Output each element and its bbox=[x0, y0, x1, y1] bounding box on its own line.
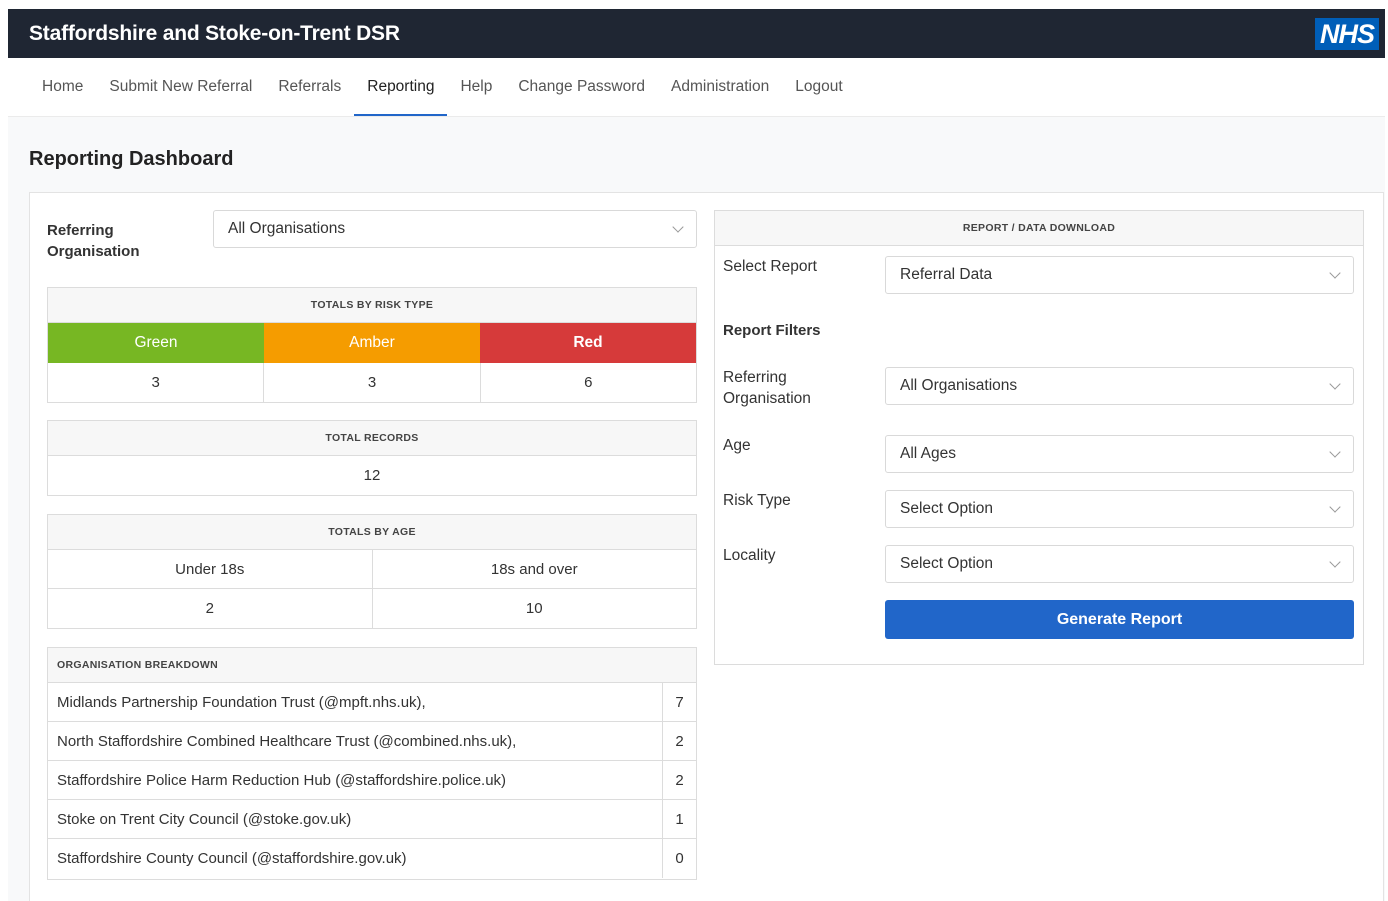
table-row: Staffordshire County Council (@staffords… bbox=[48, 839, 696, 878]
org-name: Stoke on Trent City Council (@stoke.gov.… bbox=[48, 800, 663, 838]
age-header-row: Under 18s 18s and over bbox=[48, 550, 696, 589]
risk-type-label: Risk Type bbox=[723, 492, 791, 509]
referring-organisation-select[interactable]: All Organisations bbox=[213, 210, 697, 248]
report-org-label: Referring Organisation bbox=[723, 369, 811, 407]
nhs-logo: NHS bbox=[1314, 17, 1379, 50]
total-records-panel: TOTAL RECORDS 12 bbox=[47, 420, 697, 496]
chevron-down-icon bbox=[1329, 500, 1341, 513]
risk-green-header: Green bbox=[48, 323, 264, 363]
generate-report-button[interactable]: Generate Report bbox=[885, 600, 1354, 639]
age-value: All Ages bbox=[900, 445, 957, 462]
age-18-and-over-value: 10 bbox=[525, 600, 543, 617]
chevron-down-icon bbox=[1329, 555, 1341, 568]
page-title: Reporting Dashboard bbox=[29, 148, 234, 170]
table-row: Staffordshire Police Harm Reduction Hub … bbox=[48, 761, 696, 800]
table-row: Midlands Partnership Foundation Trust (@… bbox=[48, 683, 696, 722]
risk-red-header: Red bbox=[480, 323, 696, 363]
total-records-row: 12 bbox=[48, 456, 696, 495]
org-count: 7 bbox=[675, 693, 684, 711]
totals-by-age-title: TOTALS BY AGE bbox=[48, 515, 696, 550]
age-under-18-value: 2 bbox=[48, 589, 373, 628]
select-report-value: Referral Data bbox=[900, 266, 993, 283]
age-value-row: 2 10 bbox=[48, 589, 696, 628]
org-count: 1 bbox=[675, 810, 684, 828]
org-name: North Staffordshire Combined Healthcare … bbox=[48, 722, 663, 760]
chevron-down-icon bbox=[1329, 266, 1341, 279]
report-filters-heading: Report Filters bbox=[723, 322, 821, 339]
org-name: Staffordshire County Council (@staffords… bbox=[48, 839, 663, 878]
risk-red-value: 6 bbox=[584, 374, 593, 391]
org-name: Staffordshire Police Harm Reduction Hub … bbox=[48, 761, 663, 799]
table-row: Stoke on Trent City Council (@stoke.gov.… bbox=[48, 800, 696, 839]
risk-amber-value: 3 bbox=[264, 363, 481, 402]
dashboard-card: Referring Organisation All Organisations… bbox=[29, 192, 1384, 901]
age-18-and-over-label: 18s and over bbox=[490, 560, 578, 578]
locality-label: Locality bbox=[723, 547, 776, 564]
referring-organisation-value: All Organisations bbox=[228, 220, 346, 237]
risk-type-value-row: 3 3 6 bbox=[48, 363, 696, 402]
chevron-down-icon bbox=[1329, 445, 1341, 458]
app-title: Staffordshire and Stoke-on-Trent DSR bbox=[29, 21, 400, 45]
risk-type-value: Select Option bbox=[900, 500, 994, 517]
nav-item-logout[interactable]: Logout bbox=[782, 60, 855, 116]
table-row: North Staffordshire Combined Healthcare … bbox=[48, 722, 696, 761]
nav-item-home[interactable]: Home bbox=[29, 60, 96, 116]
locality-select[interactable]: Select Option bbox=[885, 545, 1354, 583]
nav-item-change-password[interactable]: Change Password bbox=[505, 60, 658, 116]
org-count: 2 bbox=[675, 732, 684, 750]
app-header: Staffordshire and Stoke-on-Trent DSR NHS bbox=[8, 9, 1385, 58]
risk-type-header-row: Green Amber Red bbox=[48, 323, 696, 363]
referring-organisation-label: Referring Organisation bbox=[47, 222, 140, 260]
nav-item-referrals[interactable]: Referrals bbox=[265, 60, 354, 116]
nav-item-administration[interactable]: Administration bbox=[658, 60, 782, 116]
chevron-down-icon bbox=[1329, 377, 1341, 390]
risk-type-select[interactable]: Select Option bbox=[885, 490, 1354, 528]
nav-item-submit-new-referral[interactable]: Submit New Referral bbox=[96, 60, 265, 116]
nav-item-help[interactable]: Help bbox=[447, 60, 505, 116]
risk-green-value: 3 bbox=[48, 363, 265, 402]
age-under-18-label: Under 18s bbox=[48, 550, 373, 588]
totals-by-risk-panel: TOTALS BY RISK TYPE Green Amber Red 3 3 … bbox=[47, 287, 697, 403]
risk-amber-header: Amber bbox=[264, 323, 480, 363]
total-records-value: 12 bbox=[363, 467, 381, 484]
totals-by-risk-title: TOTALS BY RISK TYPE bbox=[48, 288, 696, 323]
organisation-breakdown-panel: ORGANISATION BREAKDOWN Midlands Partners… bbox=[47, 647, 697, 880]
report-org-value: All Organisations bbox=[900, 377, 1018, 394]
total-records-title: TOTAL RECORDS bbox=[48, 421, 696, 456]
main-nav: Home Submit New Referral Referrals Repor… bbox=[8, 58, 1385, 117]
select-report-label: Select Report bbox=[723, 258, 817, 275]
select-report-dropdown[interactable]: Referral Data bbox=[885, 256, 1354, 294]
org-count: 0 bbox=[675, 850, 684, 867]
age-select[interactable]: All Ages bbox=[885, 435, 1354, 473]
totals-by-age-panel: TOTALS BY AGE Under 18s 18s and over 2 1… bbox=[47, 514, 697, 629]
locality-value: Select Option bbox=[900, 555, 994, 572]
age-label: Age bbox=[723, 437, 751, 454]
app-window: Staffordshire and Stoke-on-Trent DSR NHS… bbox=[8, 9, 1385, 901]
chevron-down-icon bbox=[672, 220, 684, 233]
nav-item-reporting[interactable]: Reporting bbox=[354, 60, 448, 116]
report-download-panel: REPORT / DATA DOWNLOAD Select Report Ref… bbox=[714, 210, 1364, 665]
org-name: Midlands Partnership Foundation Trust (@… bbox=[48, 683, 663, 721]
organisation-breakdown-title: ORGANISATION BREAKDOWN bbox=[48, 648, 696, 683]
report-org-select[interactable]: All Organisations bbox=[885, 367, 1354, 405]
report-download-title: REPORT / DATA DOWNLOAD bbox=[715, 211, 1363, 246]
org-count: 2 bbox=[675, 771, 684, 789]
